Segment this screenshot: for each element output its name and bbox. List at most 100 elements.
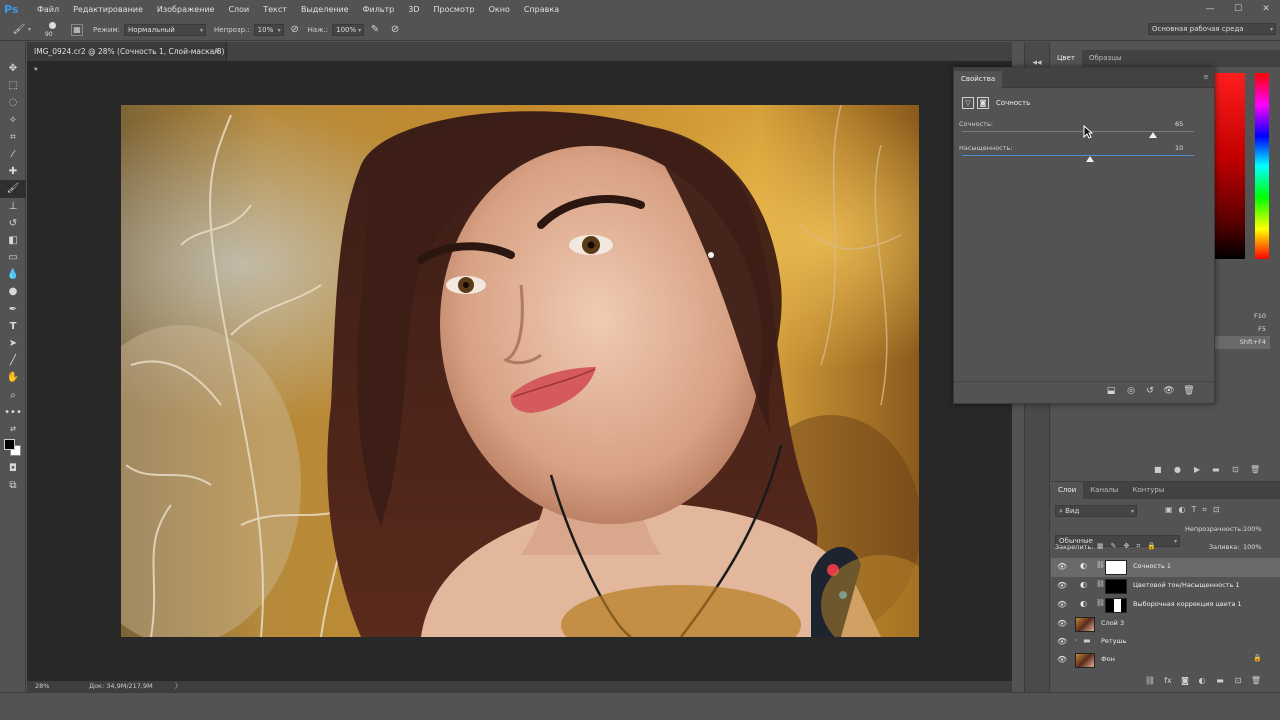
quick-select-tool-icon[interactable]: ✧ (0, 112, 26, 129)
tab-channels[interactable]: Каналы (1083, 482, 1125, 499)
vibrance-value[interactable]: 65 (1175, 120, 1183, 128)
zoom-tool-icon[interactable]: ⌕ (0, 387, 26, 404)
layer-name[interactable]: Цветовой тон/Насыщенность 1 (1133, 581, 1240, 589)
canvas-photo[interactable] (121, 105, 919, 637)
tab-paths[interactable]: Контуры (1125, 482, 1171, 499)
layer-name[interactable]: Сочность 1 (1133, 562, 1171, 570)
layer-row-group-retouch[interactable]: 👁 › ▬ Ретушь (1051, 633, 1280, 652)
layer-mask-thumbnail[interactable] (1105, 579, 1127, 594)
menu-type[interactable]: Текст (256, 0, 294, 19)
link-layers-icon[interactable]: ⛓ (1143, 676, 1157, 685)
saturation-slider-thumb[interactable] (1085, 156, 1094, 162)
menu-edit[interactable]: Редактирование (66, 0, 150, 19)
view-previous-icon[interactable]: ◎ (1124, 386, 1138, 396)
line-tool-icon[interactable]: ╱ (0, 352, 26, 369)
brush-panel-toggle-icon[interactable]: ▦ (71, 23, 84, 36)
lasso-tool-icon[interactable]: ◌ (0, 94, 26, 111)
pressure-size-icon[interactable]: ⊘ (388, 23, 402, 37)
tab-swatches[interactable]: Образцы (1082, 50, 1129, 67)
clip-to-layer-icon[interactable]: ⬓ (1104, 386, 1118, 396)
eye-icon[interactable]: 👁 (1057, 581, 1067, 590)
eraser-tool-icon[interactable]: ◧ (0, 232, 26, 249)
move-tool-icon[interactable]: ✥ (0, 60, 26, 77)
hue-slider[interactable] (1255, 73, 1269, 259)
eye-icon[interactable]: 👁 (1057, 562, 1067, 571)
delete-adjustment-icon[interactable]: 🗑 (1182, 386, 1196, 396)
document-tab[interactable]: IMG_0924.cr2 @ 28% (Сочность 1, Слой-мас… (27, 42, 227, 75)
more-tools-icon[interactable]: ••• (0, 404, 26, 421)
layer-name[interactable]: Выборочная коррекция цвета 1 (1133, 600, 1242, 608)
eye-icon[interactable]: 👁 (1057, 600, 1067, 609)
new-set-icon[interactable]: ▬ (1212, 465, 1220, 474)
quick-mask-icon[interactable]: ◘ (0, 460, 26, 477)
flow-option-input[interactable]: 100% ▾ (332, 23, 365, 36)
vibrance-slider-thumb[interactable] (1149, 132, 1158, 138)
layer-name[interactable]: Фон (1101, 655, 1115, 663)
delete-action-icon[interactable]: 🗑 (1250, 465, 1260, 474)
layer-name[interactable]: Слой 3 (1101, 619, 1124, 627)
pen-tool-icon[interactable]: ✒ (0, 301, 26, 318)
layer-opacity-value[interactable]: 100% (1243, 525, 1262, 533)
layer-mask-icon[interactable]: ◙ (977, 97, 989, 109)
hand-tool-icon[interactable]: ✋ (0, 369, 26, 386)
brush-tool-icon[interactable]: 🖌 (12, 23, 26, 37)
menu-file[interactable]: Файл (30, 0, 66, 19)
type-tool-icon[interactable]: T (0, 318, 26, 335)
shortcut-item-selected[interactable]: Shft+F4 (1215, 336, 1270, 349)
vibrance-slider-track[interactable] (962, 131, 1194, 132)
zoom-level[interactable]: 28% (35, 681, 75, 692)
screen-mode-icon[interactable]: ⧉ (0, 477, 26, 494)
menu-filter[interactable]: Фильтр (356, 0, 402, 19)
reset-icon[interactable]: ↺ (1143, 386, 1157, 396)
fill-value[interactable]: 100% (1243, 543, 1262, 551)
shortcut-item[interactable]: F10 (1215, 310, 1270, 323)
layer-thumbnail[interactable] (1075, 653, 1095, 668)
clone-stamp-tool-icon[interactable]: ⊥ (0, 198, 26, 215)
eyedropper-tool-icon[interactable]: ⁄ (0, 146, 26, 163)
layer-row-layer3[interactable]: 👁 Слой 3 (1051, 615, 1280, 634)
layer-row-vibrance[interactable]: 👁 ◐ ⛓ Сочность 1 (1051, 558, 1280, 577)
layer-row-background[interactable]: 👁 Фон 🔒 (1051, 651, 1280, 670)
layer-style-icon[interactable]: fx (1161, 676, 1175, 685)
tab-properties[interactable]: Свойства (954, 71, 1003, 88)
menu-window[interactable]: Окно (482, 0, 517, 19)
saturation-value[interactable]: 10 (1175, 144, 1183, 152)
tab-color[interactable]: Цвет (1050, 50, 1082, 67)
color-field[interactable] (1215, 73, 1245, 259)
opacity-option-input[interactable]: 10% ▾ (253, 23, 284, 36)
menu-help[interactable]: Справка (517, 0, 566, 19)
status-menu-arrow-icon[interactable]: 〉 (175, 681, 182, 692)
play-icon[interactable]: ▶ (1194, 465, 1200, 474)
workspace-select[interactable]: Основная рабочая среда ▾ (1148, 23, 1276, 35)
tool-preset-caret-icon[interactable]: ▾ (28, 26, 31, 33)
swap-colors-icon[interactable]: ⇄ (0, 421, 26, 438)
tab-layers[interactable]: Слои (1051, 482, 1084, 499)
new-adjustment-icon[interactable]: ◐ (1195, 676, 1209, 685)
close-button[interactable]: ✕ (1252, 0, 1280, 19)
delete-layer-icon[interactable]: 🗑 (1249, 676, 1263, 685)
maximize-button[interactable]: ☐ (1224, 0, 1252, 19)
menu-layers[interactable]: Слои (221, 0, 256, 19)
layer-filter-select[interactable]: ⌕ Вид ▾ (1055, 505, 1137, 517)
crop-tool-icon[interactable]: ⌗ (0, 129, 26, 146)
menu-view[interactable]: Просмотр (427, 0, 482, 19)
pressure-opacity-icon[interactable]: ⊘ (288, 23, 302, 37)
gradient-tool-icon[interactable]: ▭ (0, 249, 26, 266)
link-icon[interactable]: ⛓ (1096, 561, 1105, 569)
history-brush-tool-icon[interactable]: ↺ (0, 215, 26, 232)
layer-filter-icons[interactable]: ▣◐T⌗⊡ (1165, 505, 1226, 515)
add-mask-icon[interactable]: ◙ (1178, 676, 1192, 685)
airbrush-icon[interactable]: ✎ (368, 23, 382, 37)
minimize-button[interactable]: — (1196, 0, 1224, 19)
layer-row-hue-saturation[interactable]: 👁 ◐ ⛓ Цветовой тон/Насыщенность 1 (1051, 577, 1280, 596)
visibility-toggle-icon[interactable]: 👁 (1162, 386, 1176, 396)
close-document-icon[interactable]: ✕ (214, 42, 220, 61)
brush-preset-picker[interactable]: 90 (43, 20, 67, 40)
layer-mask-thumbnail[interactable] (1105, 598, 1127, 613)
link-icon[interactable]: ⛓ (1096, 599, 1105, 607)
shortcut-item[interactable]: F5 (1215, 323, 1270, 336)
new-layer-icon[interactable]: ⊡ (1231, 676, 1245, 685)
link-icon[interactable]: ⛓ (1096, 580, 1105, 588)
healing-brush-tool-icon[interactable]: ✚ (0, 163, 26, 180)
menu-image[interactable]: Изображение (150, 0, 222, 19)
